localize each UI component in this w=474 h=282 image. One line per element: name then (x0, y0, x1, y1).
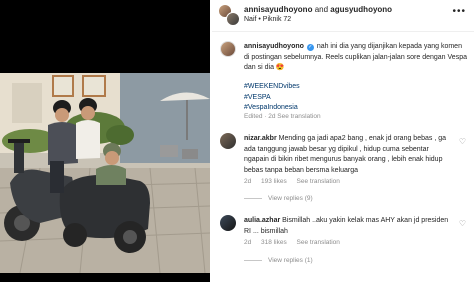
comment-body: aulia.azhar Bismillah ..aku yakin kelak … (244, 216, 454, 237)
comment-likes[interactable]: 193 likes (261, 178, 287, 185)
replies-line (244, 197, 262, 199)
avatar[interactable] (220, 133, 236, 149)
replies-line (244, 259, 262, 261)
view-replies-label[interactable]: View replies (9) (268, 195, 313, 202)
see-translation-link[interactable]: See translation (297, 178, 340, 185)
caption-username[interactable]: annisayudhoyono (244, 43, 304, 50)
hashtag-link[interactable]: #VespaIndonesia (244, 103, 300, 114)
hashtag-link[interactable]: #VESPA (244, 93, 300, 104)
avatar[interactable] (226, 12, 240, 26)
comment-age: 2d (244, 178, 252, 185)
post-photo[interactable] (0, 73, 210, 273)
hashtag-list: #WEEKENDvibes #VESPA #VespaIndonesia (244, 82, 300, 114)
like-heart-icon[interactable]: ♡ (459, 137, 466, 146)
comment-username[interactable]: aulia.azhar (244, 217, 280, 224)
verified-badge-icon: ✓ (306, 44, 314, 51)
caption-meta: Edited · 2d See translation (244, 113, 321, 120)
post-side-panel: annisayudhoyono and agusyudhoyono Naif •… (212, 0, 474, 282)
post-header: annisayudhoyono and agusyudhoyono Naif •… (212, 0, 474, 30)
see-translation-link[interactable]: See translation (297, 239, 340, 246)
more-options-icon[interactable]: ••• (452, 6, 466, 17)
author-username[interactable]: annisayudhoyono (244, 5, 312, 14)
collab-username[interactable]: agusyudhoyono (330, 5, 392, 14)
header-divider (212, 31, 474, 32)
comment-meta: 2d 318 likes See translation (244, 239, 348, 246)
view-replies-label[interactable]: View replies (1) (268, 257, 313, 264)
hashtag-link[interactable]: #WEEKENDvibes (244, 82, 300, 93)
audio-label[interactable]: Naif • Piknik 72 (244, 16, 291, 23)
caption: annisayudhoyono ✓ nah ini dia yang dijan… (244, 42, 468, 74)
post-author-title[interactable]: annisayudhoyono and agusyudhoyono (244, 5, 392, 14)
and-label: and (314, 5, 329, 14)
avatar[interactable] (220, 215, 236, 231)
comment-meta: 2d 193 likes See translation (244, 178, 348, 185)
view-replies-button[interactable]: View replies (9) (244, 195, 313, 202)
avatar[interactable] (220, 41, 236, 57)
view-replies-button[interactable]: View replies (1) (244, 257, 313, 264)
vespa-sidecar-photo (0, 73, 210, 273)
post-media[interactable] (0, 0, 210, 282)
comment-likes[interactable]: 318 likes (261, 239, 287, 246)
comment-age: 2d (244, 239, 252, 246)
comment-username[interactable]: nizar.akbr (244, 135, 277, 142)
collab-avatars[interactable] (218, 4, 240, 26)
comment-body: nizar.akbr Mending ga jadi apa2 bang , e… (244, 134, 454, 176)
like-heart-icon[interactable]: ♡ (459, 219, 466, 228)
